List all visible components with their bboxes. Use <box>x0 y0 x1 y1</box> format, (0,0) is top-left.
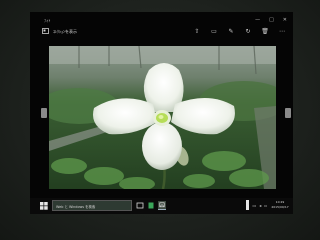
close-button[interactable]: ✕ <box>283 17 287 23</box>
taskbar: Web と Windows を検索 ˄ ▭ ◂ ▫ 10:29 2015/09/… <box>30 198 293 214</box>
tool-icons: ⇧ ▭ ✎ ↻ 🗑 ⋯ <box>193 27 286 35</box>
previous-photo-button[interactable] <box>41 108 47 118</box>
monitor-bezel: ﾌｫﾄ — □ ✕ ｺﾚｸｼｮﾝを表示 ⇧ ▭ ✎ ↻ 🗑 ⋯ Web と Wi… <box>0 0 320 240</box>
share-icon[interactable]: ⇧ <box>193 27 201 35</box>
collection-icon[interactable] <box>42 28 49 34</box>
slideshow-icon[interactable]: ▭ <box>210 27 218 35</box>
photos-app-icon[interactable] <box>158 201 166 210</box>
delete-icon[interactable]: 🗑 <box>261 27 269 35</box>
orchid-photo <box>49 46 276 189</box>
store-app-icon[interactable] <box>147 201 155 210</box>
windows-start-icon[interactable] <box>40 202 48 210</box>
task-view-icon[interactable] <box>136 201 144 210</box>
app-title: ﾌｫﾄ <box>44 18 51 23</box>
more-icon[interactable]: ⋯ <box>278 27 286 35</box>
screen: ﾌｫﾄ — □ ✕ ｺﾚｸｼｮﾝを表示 ⇧ ▭ ✎ ↻ 🗑 ⋯ Web と Wi… <box>30 12 293 214</box>
window-controls: — □ ✕ <box>255 17 287 23</box>
maximize-button[interactable]: □ <box>269 17 274 23</box>
minimize-button[interactable]: — <box>255 17 260 23</box>
search-input[interactable]: Web と Windows を検索 <box>52 200 132 211</box>
chevron-up-icon[interactable]: ˄ <box>247 203 249 208</box>
volume-icon[interactable]: ◂ <box>259 203 261 208</box>
clock[interactable]: 10:29 2015/09/17 <box>270 200 290 209</box>
collection-link[interactable]: ｺﾚｸｼｮﾝを表示 <box>53 29 77 35</box>
clock-date: 2015/09/17 <box>271 204 289 209</box>
photo-toolbar: ｺﾚｸｼｮﾝを表示 ⇧ ▭ ✎ ↻ 🗑 ⋯ <box>30 25 293 39</box>
rotate-icon[interactable]: ↻ <box>244 27 252 35</box>
edit-icon[interactable]: ✎ <box>227 27 235 35</box>
keyboard-icon[interactable]: ▫ <box>264 203 267 208</box>
network-icon[interactable]: ▭ <box>252 203 256 208</box>
system-tray: ˄ ▭ ◂ ▫ <box>247 203 267 208</box>
next-photo-button[interactable] <box>285 108 291 118</box>
